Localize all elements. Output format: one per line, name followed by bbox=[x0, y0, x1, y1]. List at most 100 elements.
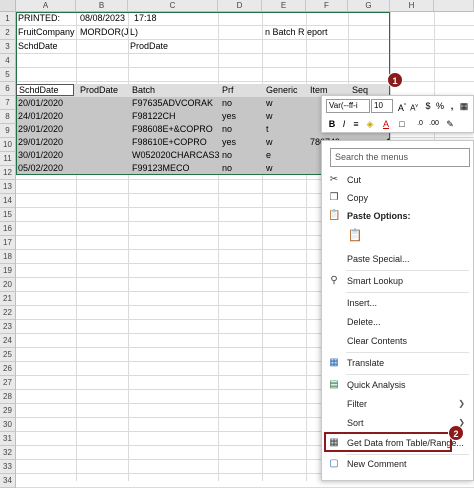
increase-decimal-icon[interactable]: .00 bbox=[428, 117, 440, 131]
row-header[interactable]: 10 bbox=[0, 138, 16, 152]
cell-c1[interactable]: 17:18 bbox=[132, 13, 157, 23]
table-cell-generic[interactable]: w bbox=[264, 111, 273, 121]
bold-icon[interactable]: B bbox=[326, 117, 338, 131]
column-header-d[interactable]: D bbox=[218, 0, 262, 12]
row-header[interactable]: 13 bbox=[0, 180, 16, 194]
row-header[interactable]: 8 bbox=[0, 110, 16, 124]
decrease-decimal-icon[interactable]: .0 bbox=[414, 117, 426, 131]
menu-item-paste-special[interactable]: Paste Special... bbox=[322, 250, 474, 268]
table-icon[interactable]: ▦ bbox=[458, 99, 470, 113]
row-header[interactable]: 2 bbox=[0, 26, 16, 40]
table-header-batch[interactable]: Batch bbox=[130, 85, 155, 95]
row-header[interactable]: 18 bbox=[0, 250, 16, 264]
table-cell-prf[interactable]: no bbox=[220, 150, 232, 160]
menu-item-filter[interactable]: Filter ❯ bbox=[322, 395, 474, 413]
row-header[interactable]: 30 bbox=[0, 418, 16, 432]
menu-item-insert[interactable]: Insert... bbox=[322, 294, 474, 312]
menu-item-delete[interactable]: Delete... bbox=[322, 313, 474, 331]
table-cell-generic[interactable]: w bbox=[264, 163, 273, 173]
table-cell-schd[interactable]: 29/01/2020 bbox=[16, 137, 63, 147]
align-icon[interactable]: ≡ bbox=[350, 117, 362, 131]
cell-c3[interactable]: ProdDate bbox=[128, 41, 168, 51]
row-header[interactable]: 29 bbox=[0, 404, 16, 418]
row-header[interactable]: 19 bbox=[0, 264, 16, 278]
row-header[interactable]: 20 bbox=[0, 278, 16, 292]
row-header[interactable]: 14 bbox=[0, 194, 16, 208]
menu-item-quick-analysis[interactable]: ▤ Quick Analysis bbox=[322, 376, 474, 394]
row-header[interactable]: 26 bbox=[0, 362, 16, 376]
row-header[interactable]: 27 bbox=[0, 376, 16, 390]
table-cell-batch[interactable]: F98122CH bbox=[130, 111, 176, 121]
menu-search-input[interactable]: Search the menus bbox=[330, 148, 470, 167]
menu-item-copy[interactable]: ❐ Copy bbox=[322, 189, 474, 207]
column-header-a[interactable]: A bbox=[16, 0, 76, 12]
row-header[interactable]: 21 bbox=[0, 292, 16, 306]
row-header[interactable]: 32 bbox=[0, 446, 16, 460]
select-all-corner[interactable] bbox=[0, 0, 16, 12]
row-header[interactable]: 15 bbox=[0, 208, 16, 222]
cell-b2[interactable]: MORDOR(J bbox=[78, 27, 129, 37]
table-cell-schd[interactable]: 29/01/2020 bbox=[16, 124, 63, 134]
table-cell-batch[interactable]: F97635ADVCORAK bbox=[130, 98, 213, 108]
font-size-box[interactable]: 10 bbox=[371, 99, 393, 113]
comma-icon[interactable]: , bbox=[446, 99, 458, 113]
row-header[interactable]: 5 bbox=[0, 68, 16, 82]
column-header-c[interactable]: C bbox=[128, 0, 218, 12]
row-header[interactable]: 12 bbox=[0, 166, 16, 180]
fill-color-icon[interactable]: ◈ bbox=[364, 117, 376, 131]
table-header-generic[interactable]: Generic bbox=[264, 85, 298, 95]
borders-icon[interactable]: □ bbox=[396, 117, 408, 131]
paste-values-icon[interactable]: 📋 bbox=[346, 228, 364, 248]
column-header-i[interactable] bbox=[434, 0, 474, 12]
decrease-font-icon[interactable]: Av bbox=[408, 99, 420, 116]
increase-font-icon[interactable]: A^ bbox=[396, 99, 408, 115]
menu-item-new-comment[interactable]: ▢ New Comment bbox=[322, 455, 474, 473]
table-cell-schd[interactable]: 20/01/2020 bbox=[16, 98, 63, 108]
table-cell-generic[interactable]: w bbox=[264, 137, 273, 147]
table-cell-batch[interactable]: F98608E+&COPRO bbox=[130, 124, 213, 134]
row-header[interactable]: 33 bbox=[0, 460, 16, 474]
cell-a2[interactable]: FruitCompany bbox=[16, 27, 75, 37]
row-header[interactable]: 6 bbox=[0, 82, 16, 96]
table-header-schddate[interactable]: SchdDate bbox=[16, 84, 74, 96]
table-cell-generic[interactable]: w bbox=[264, 98, 273, 108]
row-header[interactable]: 9 bbox=[0, 124, 16, 138]
column-header-f[interactable]: F bbox=[306, 0, 348, 12]
table-cell-batch[interactable]: F98610E+COPRO bbox=[130, 137, 207, 147]
row-header[interactable]: 22 bbox=[0, 306, 16, 320]
table-header-proddate[interactable]: ProdDate bbox=[78, 85, 118, 95]
cell-a3[interactable]: SchdDate bbox=[16, 41, 58, 51]
table-cell-schd[interactable]: 24/01/2020 bbox=[16, 111, 63, 121]
cell-f2[interactable]: eport bbox=[305, 27, 328, 37]
table-cell-batch[interactable]: F99123MECO bbox=[130, 163, 190, 173]
column-header-g[interactable]: G bbox=[348, 0, 390, 12]
menu-item-cut[interactable]: ✂ Cut bbox=[322, 171, 474, 189]
table-cell-prf[interactable]: no bbox=[220, 163, 232, 173]
row-header[interactable]: 34 bbox=[0, 474, 16, 488]
row-header[interactable]: 4 bbox=[0, 54, 16, 68]
table-cell-prf[interactable]: yes bbox=[220, 137, 236, 147]
row-header[interactable]: 28 bbox=[0, 390, 16, 404]
table-cell-generic[interactable]: e bbox=[264, 150, 271, 160]
cell-b1[interactable]: 08/08/2023 bbox=[78, 13, 125, 23]
table-cell-prf[interactable]: yes bbox=[220, 111, 236, 121]
row-header[interactable]: 17 bbox=[0, 236, 16, 250]
row-header[interactable]: 25 bbox=[0, 348, 16, 362]
row-header[interactable]: 16 bbox=[0, 222, 16, 236]
menu-item-translate[interactable]: ▦ Translate bbox=[322, 354, 474, 372]
column-header-e[interactable]: E bbox=[262, 0, 306, 12]
column-header-b[interactable]: B bbox=[76, 0, 128, 12]
font-color-icon[interactable]: A bbox=[380, 117, 392, 131]
percent-icon[interactable]: % bbox=[434, 99, 446, 113]
table-header-seq[interactable]: Seq bbox=[350, 85, 368, 95]
cell-a1[interactable]: PRINTED: bbox=[16, 13, 60, 23]
table-cell-generic[interactable]: t bbox=[264, 124, 269, 134]
menu-item-smart-lookup[interactable]: ⚲ Smart Lookup bbox=[322, 272, 474, 290]
table-cell-schd[interactable]: 30/01/2020 bbox=[16, 150, 63, 160]
font-name-box[interactable]: Var(--ff-i bbox=[326, 99, 370, 113]
column-header-h[interactable]: H bbox=[390, 0, 434, 12]
row-header[interactable]: 1 bbox=[0, 12, 16, 26]
row-header[interactable]: 31 bbox=[0, 432, 16, 446]
italic-icon[interactable]: I bbox=[338, 117, 350, 131]
cell-c2[interactable]: L) bbox=[128, 27, 138, 37]
